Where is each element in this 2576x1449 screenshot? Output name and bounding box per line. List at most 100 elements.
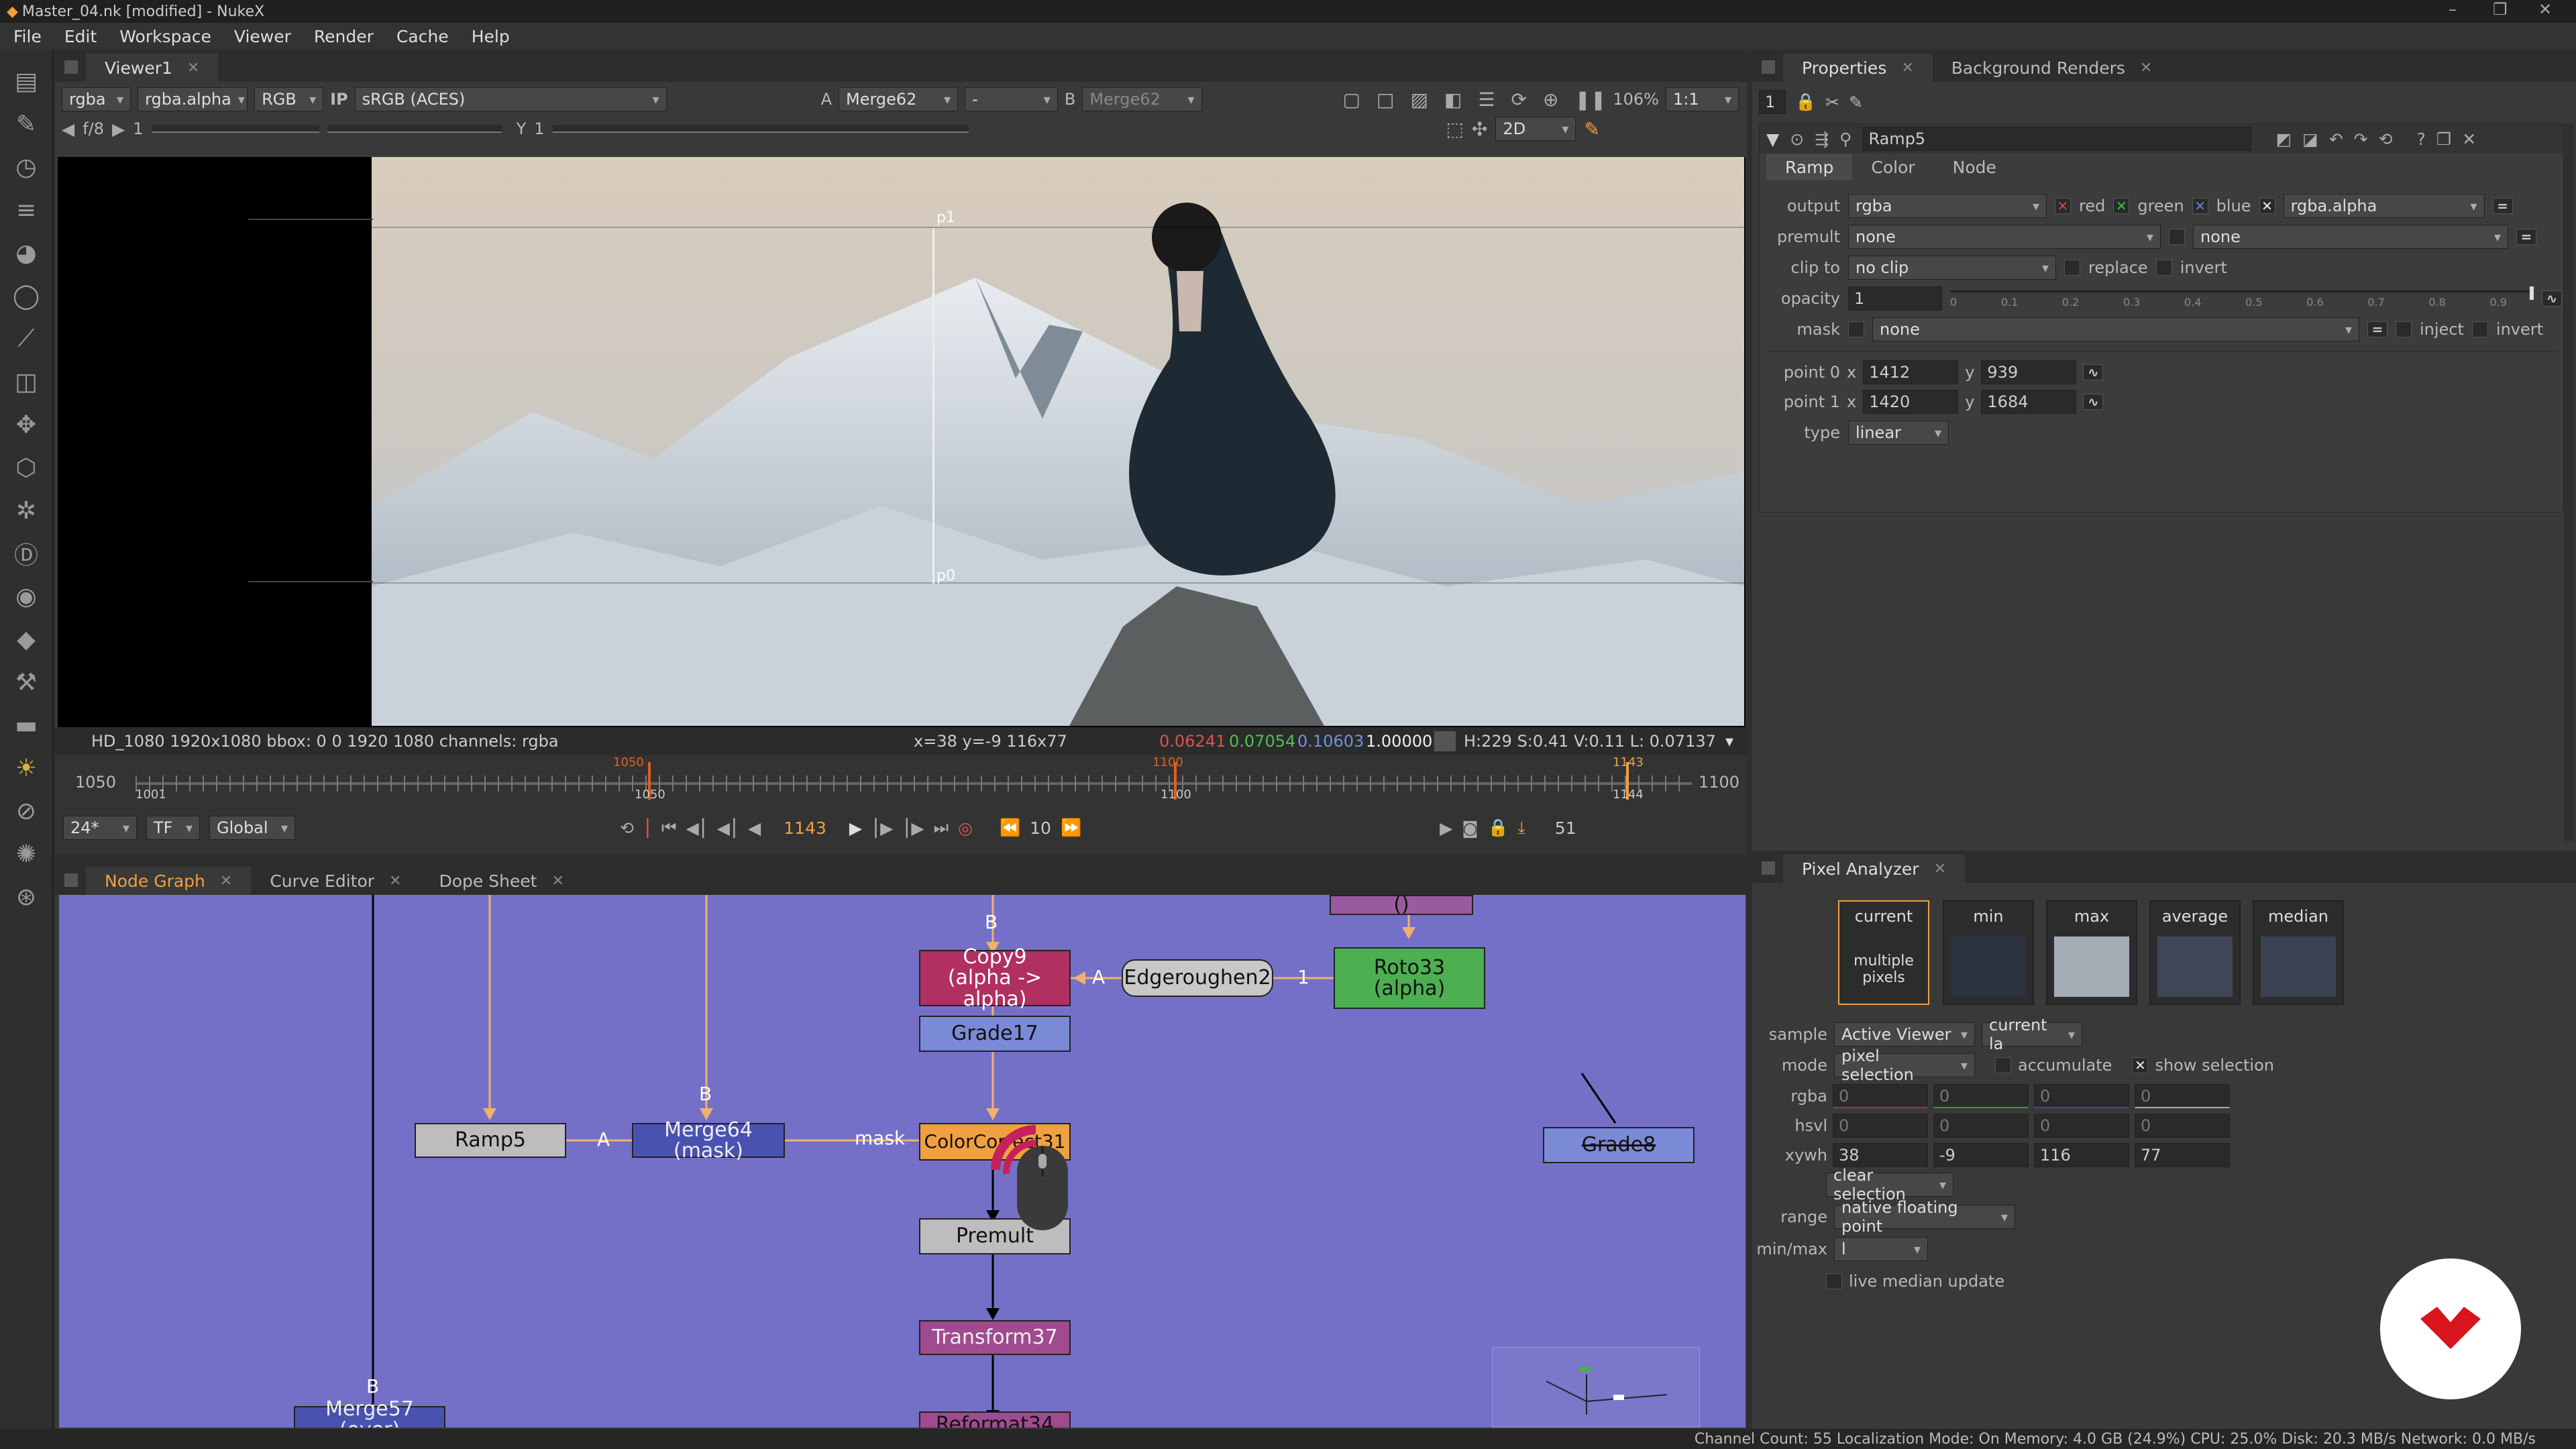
pane-menu-icon[interactable] bbox=[1762, 60, 1775, 74]
composite-dropdown[interactable]: - bbox=[965, 87, 1058, 111]
close-panel-icon[interactable]: ✕ bbox=[2462, 129, 2476, 149]
ofx-icon[interactable]: ⊘ bbox=[9, 794, 43, 828]
node-roto33[interactable]: Roto33 (alpha) bbox=[1334, 947, 1485, 1009]
timeline-start[interactable]: 1050 bbox=[75, 773, 116, 792]
first-frame-icon[interactable]: ⏮ bbox=[661, 818, 677, 838]
menu-cache[interactable]: Cache bbox=[396, 27, 449, 46]
next-keyframe-icon[interactable]: ⎮▶ bbox=[902, 818, 924, 838]
inject-checkbox[interactable] bbox=[2396, 321, 2412, 337]
last-frame-icon[interactable]: ⏭ bbox=[934, 818, 949, 838]
toolsets-icon[interactable]: ⚒ bbox=[9, 665, 43, 699]
ratio-dropdown[interactable]: 1:1 bbox=[1665, 87, 1739, 111]
subtab-ramp[interactable]: Ramp bbox=[1766, 154, 1853, 180]
next-frame-icon[interactable]: ⎮▶ bbox=[871, 818, 893, 838]
draw-nodes-icon[interactable]: ✎ bbox=[9, 107, 43, 141]
menu-render[interactable]: Render bbox=[314, 27, 374, 46]
channels-dropdown[interactable]: rgba bbox=[62, 87, 131, 111]
channel-nodes-icon[interactable]: ≡ bbox=[9, 193, 43, 227]
float-panels-icon[interactable]: ✂ bbox=[1825, 93, 1839, 112]
mode-dropdown[interactable]: pixel selection bbox=[1834, 1046, 1975, 1084]
furnace-icon[interactable]: ☀ bbox=[9, 751, 43, 785]
alpha-channel-dropdown[interactable]: rgba.alpha bbox=[2283, 194, 2485, 218]
timeline-end[interactable]: 1100 bbox=[1699, 773, 1739, 792]
node-graph-canvas[interactable]: () Copy9 (alpha -> alpha) Edgeroughen2 R… bbox=[59, 895, 1746, 1428]
pane-menu-icon[interactable] bbox=[1762, 861, 1775, 875]
node-reformat34[interactable]: Reformat34 bbox=[919, 1411, 1071, 1428]
output-dropdown[interactable]: rgba bbox=[1848, 194, 2047, 218]
mask-link-icon[interactable]: = bbox=[2367, 321, 2387, 337]
ramp-point-p1[interactable]: p1 bbox=[936, 209, 955, 226]
gain-value[interactable]: 1 bbox=[133, 119, 143, 138]
color-swatch-icon[interactable]: ◩ bbox=[2275, 129, 2292, 149]
format-icon[interactable]: □ bbox=[1377, 89, 1394, 111]
node-upstream[interactable]: () bbox=[1330, 895, 1473, 916]
tab-pixel-analyzer[interactable]: Pixel Analyzer ✕ bbox=[1783, 855, 1965, 883]
pause-icon[interactable]: ❚❚ bbox=[1574, 89, 1606, 111]
step-forward-icon[interactable]: ⏩ bbox=[1061, 818, 1081, 838]
accumulate-checkbox[interactable] bbox=[1995, 1057, 2011, 1073]
live-median-checkbox[interactable] bbox=[1826, 1273, 1842, 1289]
center-node-icon[interactable]: ⇶ bbox=[1815, 129, 1829, 149]
close-tab-icon[interactable]: ✕ bbox=[187, 60, 199, 76]
crop-icon[interactable]: ⬚ bbox=[1446, 118, 1464, 140]
opacity-slider-handle[interactable] bbox=[2530, 286, 2534, 300]
premult-link-icon[interactable]: = bbox=[2516, 229, 2536, 245]
refresh-icon[interactable]: ⟳ bbox=[1511, 89, 1527, 111]
lock-icon[interactable]: 🔒 bbox=[1488, 818, 1509, 838]
show-selection-checkbox[interactable]: ✕ bbox=[2132, 1057, 2149, 1073]
output-link-icon[interactable]: = bbox=[2492, 198, 2513, 214]
menu-viewer[interactable]: Viewer bbox=[234, 27, 291, 46]
menu-file[interactable]: File bbox=[13, 27, 42, 46]
green-checkbox[interactable]: ✕ bbox=[2113, 198, 2130, 214]
ip-toggle[interactable]: IP bbox=[330, 90, 348, 109]
clip-dropdown[interactable]: no clip bbox=[1848, 256, 2056, 280]
minimize-button[interactable]: – bbox=[2449, 0, 2457, 19]
red-checkbox[interactable]: ✕ bbox=[2055, 198, 2071, 214]
node-name-field[interactable]: Ramp5 bbox=[1862, 127, 2252, 151]
axes-icon[interactable]: ✣ bbox=[1472, 118, 1487, 140]
colorspace-dropdown[interactable]: sRGB (ACES) bbox=[354, 87, 667, 111]
pane-menu-icon[interactable] bbox=[64, 60, 78, 74]
premult-channel-dropdown[interactable]: none bbox=[2193, 225, 2508, 249]
views-nodes-icon[interactable]: ◉ bbox=[9, 580, 43, 613]
opacity-slider[interactable]: 0 0.1 0.2 0.3 0.4 0.5 0.6 0.7 0.8 0.9 bbox=[1950, 286, 2534, 311]
tab-background-renders[interactable]: Background Renders ✕ bbox=[1933, 54, 2171, 82]
node-merge64[interactable]: Merge64 (mask) bbox=[632, 1119, 785, 1161]
alpha-dropdown[interactable]: rgba.alpha bbox=[138, 87, 248, 111]
swatch-current[interactable]: current multiple pixels bbox=[1838, 900, 1929, 1005]
xywh-y-field[interactable]: -9 bbox=[1933, 1143, 2029, 1167]
subtab-color[interactable]: Color bbox=[1852, 154, 1933, 180]
xywh-h-field[interactable]: 77 bbox=[2135, 1143, 2230, 1167]
menu-edit[interactable]: Edit bbox=[64, 27, 97, 46]
close-all-icon[interactable]: ✎ bbox=[1849, 93, 1863, 112]
range-dropdown[interactable]: native floating point bbox=[1834, 1198, 2015, 1236]
color-nodes-icon[interactable]: ◕ bbox=[9, 236, 43, 270]
flipbook-icon[interactable]: ▶ bbox=[1440, 818, 1452, 838]
a-input-dropdown[interactable]: Merge62 bbox=[838, 87, 959, 111]
minmax-dropdown[interactable]: l bbox=[1834, 1237, 1928, 1261]
play-forward-icon[interactable]: ▶ bbox=[849, 818, 862, 838]
fstop-left-arrow-icon[interactable]: ◀ bbox=[62, 119, 74, 139]
tab-viewer1[interactable]: Viewer1 ✕ bbox=[86, 54, 219, 82]
premult-invert-checkbox[interactable] bbox=[2169, 229, 2185, 245]
ramp-handle-line[interactable] bbox=[932, 228, 934, 584]
merge-nodes-icon[interactable]: ◫ bbox=[9, 365, 43, 398]
close-tab-icon[interactable]: ✕ bbox=[2140, 60, 2152, 76]
blue-checkbox[interactable]: ✕ bbox=[2192, 198, 2208, 214]
close-window-button[interactable]: ✕ bbox=[2538, 0, 2552, 19]
node-transform37[interactable]: Transform37 bbox=[919, 1320, 1071, 1355]
pin-icon[interactable]: ⚲ bbox=[1839, 129, 1851, 149]
time-nodes-icon[interactable]: ◷ bbox=[9, 150, 43, 184]
lock-panels-icon[interactable]: 🔒 bbox=[1795, 92, 1816, 112]
node-merge57[interactable]: Merge57 (over) bbox=[294, 1398, 445, 1428]
gain-slider-track[interactable] bbox=[327, 125, 502, 133]
menu-workspace[interactable]: Workspace bbox=[119, 27, 211, 46]
cache-icon[interactable]: ◙ bbox=[1462, 818, 1478, 838]
point0-y-field[interactable]: 939 bbox=[1981, 360, 2077, 384]
mask-invert-checkbox[interactable] bbox=[2471, 321, 2488, 337]
sample-layer-dropdown[interactable]: current la bbox=[1982, 1016, 2082, 1053]
node-grade17[interactable]: Grade17 bbox=[919, 1016, 1071, 1052]
gamma-slider[interactable] bbox=[552, 125, 969, 133]
swatch-average[interactable]: average bbox=[2149, 900, 2241, 1005]
prev-frame-icon[interactable]: ◀⎮ bbox=[717, 818, 739, 838]
